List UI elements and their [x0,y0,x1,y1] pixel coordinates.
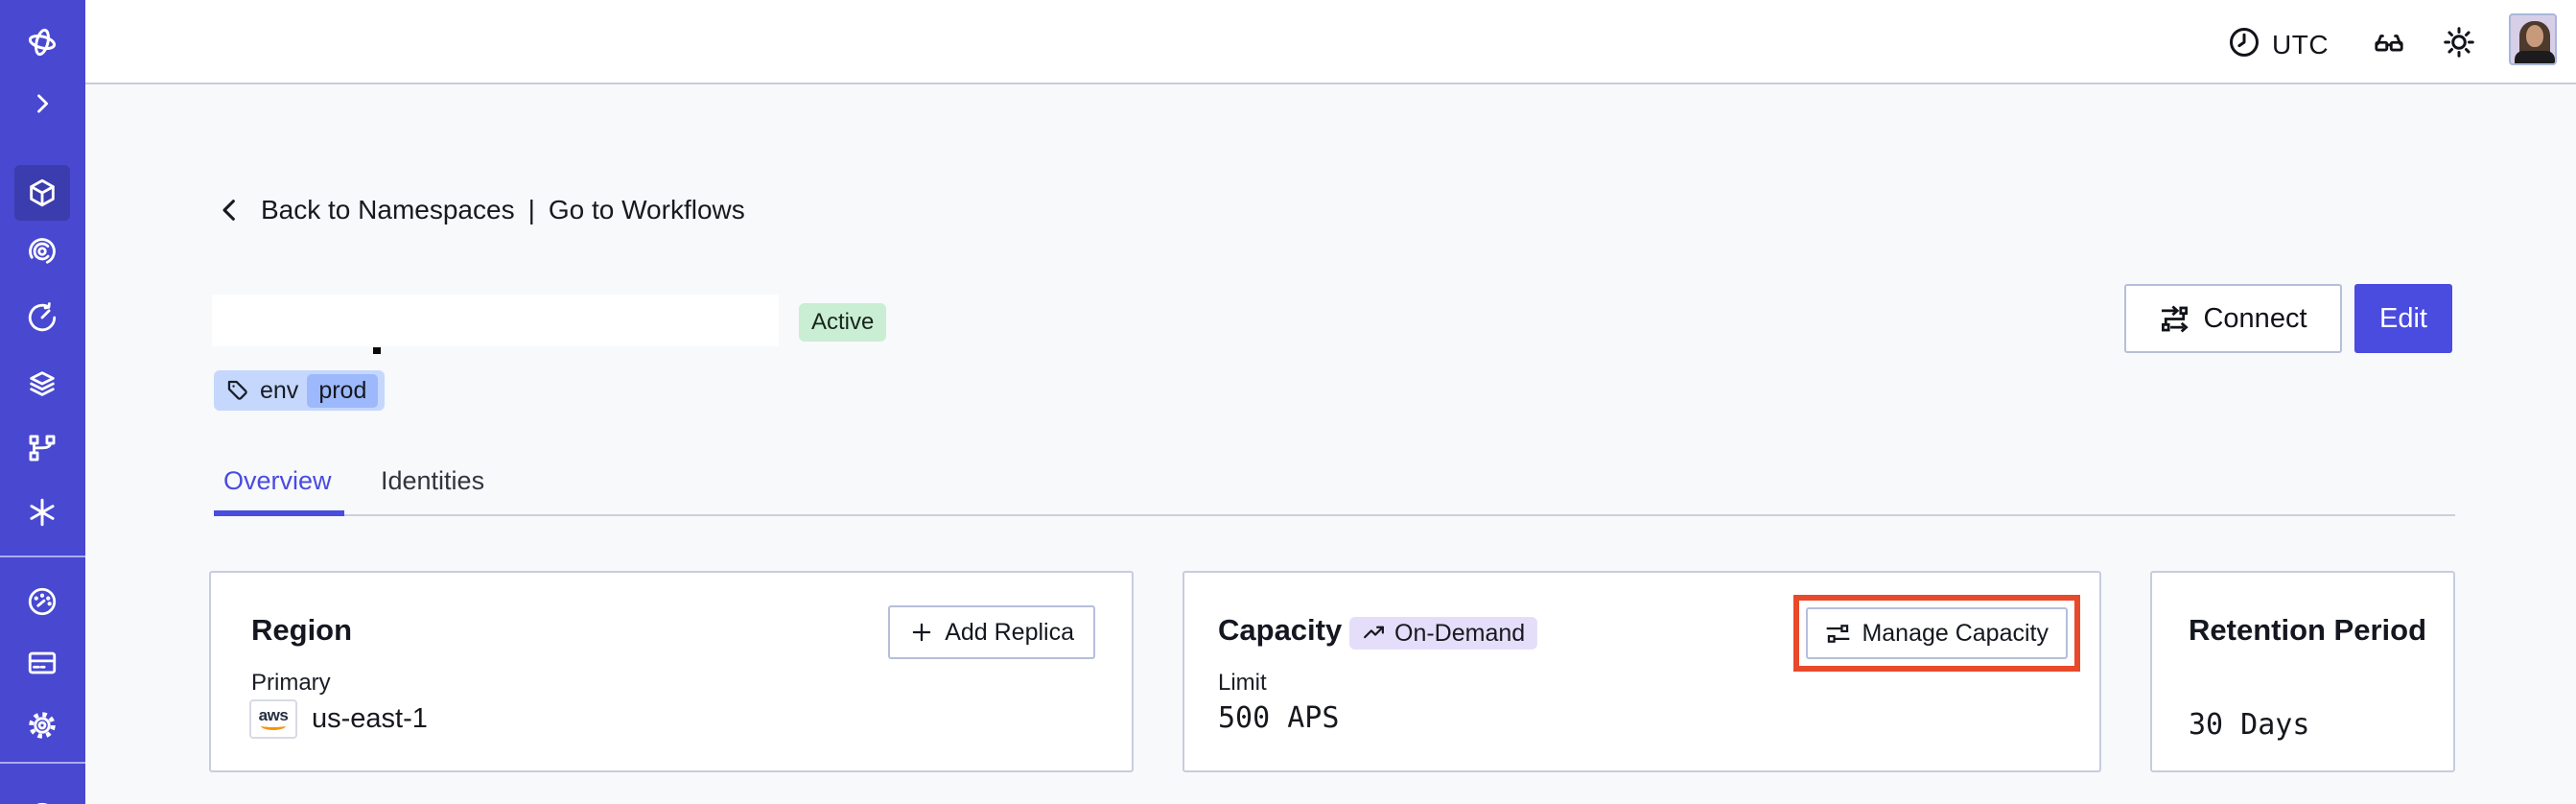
user-avatar[interactable] [2509,13,2557,65]
capacity-value: 500 APS [1218,701,1340,735]
edit-button-label: Edit [2379,302,2427,334]
tab-active-underline [214,510,344,516]
breadcrumb: Back to Namespaces | Go to Workflows [215,195,745,225]
aws-logo: aws [249,699,297,739]
theme-toggle-sun-icon[interactable] [2442,25,2476,59]
sidebar-item-support[interactable] [26,800,59,804]
sidebar-item-nexus[interactable] [26,432,59,464]
timezone-label: UTC [2272,29,2330,59]
manage-capacity-button[interactable]: Manage Capacity [1806,607,2068,659]
labs-glasses-icon[interactable] [2371,26,2407,60]
sidebar-item-workflows[interactable] [26,235,59,268]
avatar-body [2515,51,2555,63]
manage-capacity-label: Manage Capacity [1862,619,2049,647]
sidebar-divider [0,556,85,557]
temporal-logo-icon[interactable] [25,25,59,59]
action-highlight-box: Manage Capacity [1793,595,2080,672]
capacity-field-label: Limit [1218,670,1267,696]
go-to-workflows-link[interactable]: Go to Workflows [549,195,745,225]
region-value: us-east-1 [312,703,428,734]
sidebar-item-settings[interactable] [26,709,59,742]
sidebar-divider [0,762,85,764]
region-card-title: Region [251,613,353,647]
timezone-selector[interactable]: UTC [2227,25,2329,64]
clock-icon [2227,25,2261,64]
topbar: UTC [85,0,2576,84]
namespace-title-artifact [373,347,381,354]
connect-icon [2159,303,2190,335]
retention-value: 30 Days [2189,708,2310,742]
capacity-card-title: Capacity [1218,613,1343,647]
tabs-border [214,514,2455,516]
sidebar [0,0,85,804]
region-field-label: Primary [251,670,331,696]
back-to-namespaces-link[interactable]: Back to Namespaces [261,195,515,225]
retention-card-title: Retention Period [2189,613,2427,647]
status-badge: Active [799,303,887,342]
sidebar-item-deployments[interactable] [26,367,59,400]
connect-button-label: Connect [2203,302,2307,334]
temporal-cloud-namespace-page: UTC Back to Namespaces | Go to Workflows… [0,0,2576,804]
breadcrumb-separator: | [527,195,535,225]
plus-icon [909,620,934,645]
tag-key: env [260,376,299,404]
namespace-tag: env prod [214,370,386,411]
sidebar-item-billing[interactable] [26,647,59,679]
namespace-title-redacted [212,295,779,346]
sidebar-item-namespaces[interactable] [26,177,59,209]
edit-button[interactable]: Edit [2354,284,2452,353]
region-value-row: aws us-east-1 [249,699,428,739]
on-demand-badge: On-Demand [1349,617,1538,650]
tab-overview[interactable]: Overview [223,466,332,496]
sidebar-item-batch-operations[interactable] [26,496,59,529]
sidebar-item-schedules[interactable] [26,301,59,334]
tag-icon [225,378,251,404]
on-demand-badge-label: On-Demand [1394,619,1526,647]
add-replica-label: Add Replica [945,618,1074,646]
avatar-face [2526,25,2543,47]
expand-chevron-icon[interactable] [29,90,56,117]
aws-smile-arrow [261,721,286,730]
retention-card: Retention Period 30 Days [2150,571,2455,772]
capacity-card: Capacity On-Demand Limit 500 APS Manage … [1183,571,2101,772]
chevron-left-icon [215,195,246,225]
trending-up-icon [1362,622,1386,646]
region-card: Region Add Replica Primary aws us-east-1 [209,571,1134,772]
tag-value: prod [307,373,379,408]
add-replica-button[interactable]: Add Replica [888,605,1095,659]
sliders-icon [1825,621,1851,647]
tab-identities[interactable]: Identities [381,466,484,496]
sidebar-item-usage[interactable] [26,585,59,618]
connect-button[interactable]: Connect [2124,284,2342,353]
